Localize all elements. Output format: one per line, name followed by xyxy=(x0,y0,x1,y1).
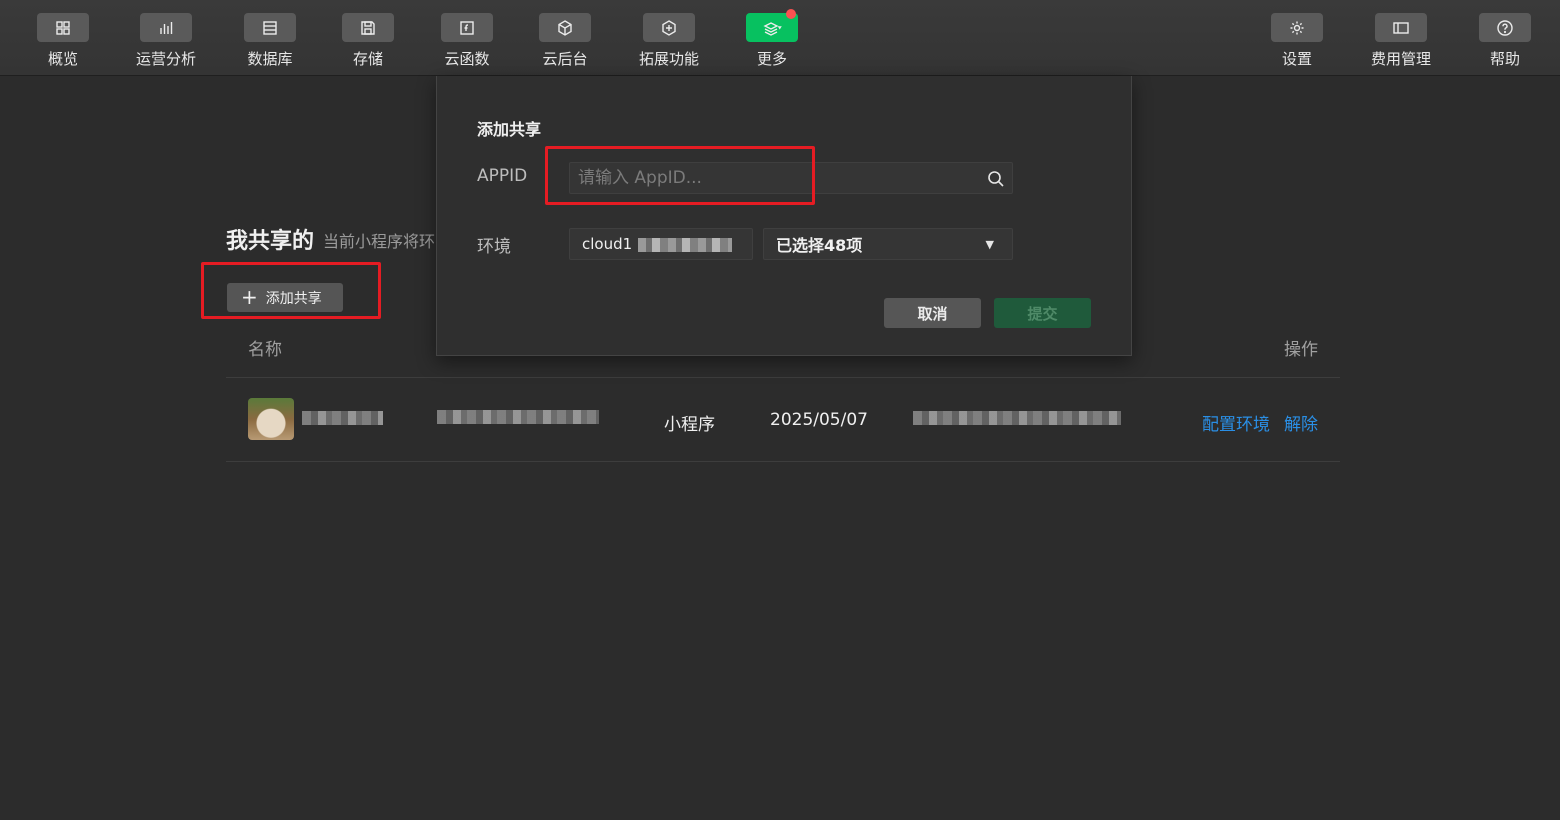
toolbar-label: 更多 xyxy=(756,50,787,68)
env-multi-select[interactable]: 已选择48项 ▼ xyxy=(763,228,1013,260)
column-header-name: 名称 xyxy=(248,340,282,360)
selected-count: 已选择48项 xyxy=(776,236,863,255)
toolbar-item-more[interactable]: 更多 xyxy=(722,0,822,76)
caret-down-icon: ▼ xyxy=(985,238,994,251)
remove-link[interactable]: 解除 xyxy=(1284,410,1318,435)
save-icon xyxy=(342,13,394,42)
dialog-title: 添加共享 xyxy=(477,120,542,139)
bar-chart-icon xyxy=(140,13,192,42)
submit-button[interactable]: 提交 xyxy=(994,298,1091,328)
toolbar-label: 云函数 xyxy=(444,50,490,68)
database-icon xyxy=(244,13,296,42)
card-icon xyxy=(1375,13,1427,42)
toolbar-label: 费用管理 xyxy=(1370,50,1431,68)
env-label: 环境 xyxy=(477,237,511,257)
toolbar-label: 存储 xyxy=(352,50,383,68)
toolbar-label: 运营分析 xyxy=(135,50,196,68)
toolbar-item-cloud-function[interactable]: 云函数 xyxy=(417,0,517,76)
toolbar-label: 帮助 xyxy=(1489,50,1520,68)
toolbar-item-help[interactable]: 帮助 xyxy=(1455,0,1555,76)
highlight-box-add-share xyxy=(201,262,381,319)
section-description: 当前小程序将环 xyxy=(323,232,436,251)
toolbar-label: 设置 xyxy=(1281,50,1312,68)
toolbar-item-settings[interactable]: 设置 xyxy=(1247,0,1347,76)
toolbar-item-cloud-backend[interactable]: 云后台 xyxy=(515,0,615,76)
config-env-link[interactable]: 配置环境 xyxy=(1202,410,1270,435)
row-type: 小程序 xyxy=(664,415,715,435)
appid-label: APPID xyxy=(477,166,528,186)
gear-icon xyxy=(1271,13,1323,42)
toolbar-item-storage[interactable]: 存储 xyxy=(318,0,418,76)
table-divider xyxy=(226,461,1340,462)
toolbar-item-extensions[interactable]: 拓展功能 xyxy=(619,0,719,76)
highlight-box-appid xyxy=(545,146,815,205)
toolbar-item-analytics[interactable]: 运营分析 xyxy=(116,0,216,76)
section-title: 我共享的 xyxy=(226,229,315,254)
plus-hexagon-icon xyxy=(643,13,695,42)
env-value: cloud1 xyxy=(582,235,633,253)
toolbar-item-overview[interactable]: 概览 xyxy=(13,0,113,76)
toolbar-label: 数据库 xyxy=(247,50,293,68)
table-divider xyxy=(226,377,1340,378)
redacted-env-id xyxy=(638,238,732,252)
cube-icon xyxy=(539,13,591,42)
top-toolbar: 概览 运营分析 数据库 存储 云函数 云后台 拓展功能 更多 设置 费用管理 帮… xyxy=(0,0,1560,76)
function-icon xyxy=(441,13,493,42)
avatar xyxy=(248,398,294,440)
toolbar-label: 云后台 xyxy=(542,50,588,68)
redacted-env xyxy=(913,411,1121,425)
redacted-name xyxy=(302,411,383,425)
row-date: 2025/05/07 xyxy=(770,410,868,430)
column-header-actions: 操作 xyxy=(1284,340,1318,360)
toolbar-label: 拓展功能 xyxy=(638,50,699,68)
search-icon[interactable] xyxy=(986,169,1006,189)
redacted-appid xyxy=(437,410,599,424)
notification-dot xyxy=(786,9,796,19)
grid-icon xyxy=(37,13,89,42)
env-select[interactable]: cloud1 xyxy=(569,228,753,260)
help-icon xyxy=(1479,13,1531,42)
add-share-dialog: 添加共享 APPID 环境 cloud1 已选择48项 ▼ 取消 提交 xyxy=(436,76,1132,356)
toolbar-item-billing[interactable]: 费用管理 xyxy=(1351,0,1451,76)
toolbar-label: 概览 xyxy=(47,50,78,68)
toolbar-item-database[interactable]: 数据库 xyxy=(220,0,320,76)
cancel-button[interactable]: 取消 xyxy=(884,298,981,328)
